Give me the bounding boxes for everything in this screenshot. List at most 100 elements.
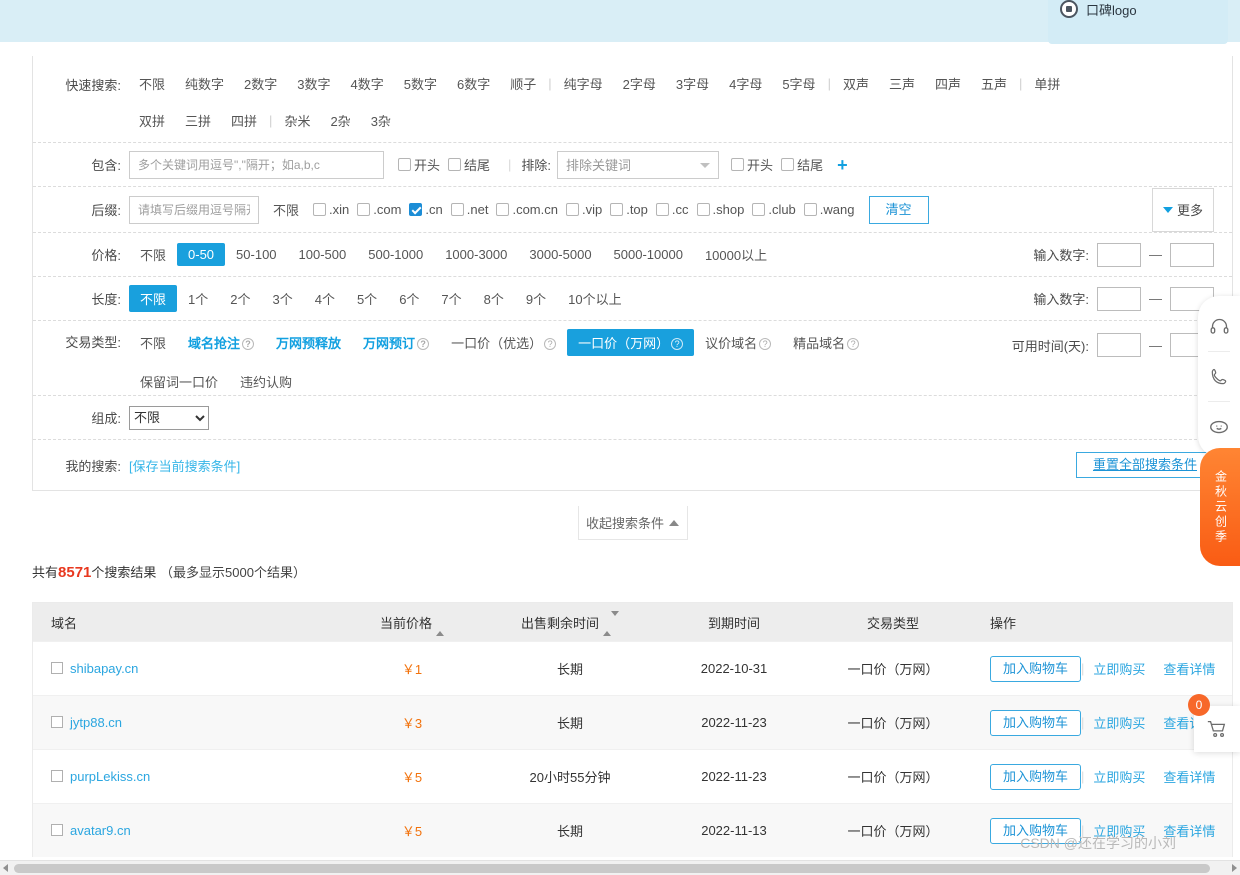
- quick-search-item-20[interactable]: 单拼: [1024, 70, 1070, 97]
- view-detail-link[interactable]: 查看详情: [1154, 767, 1224, 786]
- exclude-keyword-select[interactable]: 排除关键词: [557, 151, 719, 179]
- col-remaining[interactable]: 出售剩余时间: [486, 613, 654, 632]
- length-option-2[interactable]: 2个: [219, 285, 261, 312]
- contains-start-checkbox[interactable]: 开头: [398, 155, 440, 174]
- trade-type-option-4[interactable]: 一口价（优选）?: [440, 329, 567, 356]
- length-range-min[interactable]: [1097, 287, 1141, 311]
- contains-end-checkbox[interactable]: 结尾: [448, 155, 490, 174]
- scrollbar-thumb[interactable]: [14, 864, 1210, 873]
- row-checkbox[interactable]: [51, 770, 63, 782]
- quick-search-item-11[interactable]: 3字母: [666, 70, 719, 97]
- price-option-7[interactable]: 5000-10000: [603, 243, 694, 266]
- exclude-start-checkbox[interactable]: 开头: [731, 155, 773, 174]
- clear-suffix-button[interactable]: 清空: [869, 196, 929, 224]
- length-option-1[interactable]: 1个: [177, 285, 219, 312]
- suffix-checkbox-vip[interactable]: .vip: [566, 202, 602, 217]
- suffix-input[interactable]: [129, 196, 259, 224]
- help-icon[interactable]: ?: [847, 338, 859, 350]
- sort-both-icon[interactable]: [603, 616, 619, 631]
- help-icon[interactable]: ?: [242, 338, 254, 350]
- add-to-cart-button[interactable]: 加入购物车: [990, 656, 1081, 682]
- row-checkbox[interactable]: [51, 716, 63, 728]
- col-price[interactable]: 当前价格: [338, 613, 486, 632]
- suffix-checkbox-com[interactable]: .com: [357, 202, 401, 217]
- composition-select[interactable]: 不限: [129, 406, 209, 430]
- add-exclude-icon[interactable]: +: [837, 156, 848, 174]
- more-filters-button[interactable]: 更多: [1152, 188, 1214, 232]
- quick-search-item-3[interactable]: 3数字: [287, 70, 340, 97]
- phone-icon[interactable]: [1198, 352, 1240, 401]
- length-option-0[interactable]: 不限: [129, 285, 177, 312]
- scroll-right-icon[interactable]: [1232, 864, 1237, 872]
- quick-search-item-7[interactable]: 顺子: [500, 70, 546, 97]
- row-checkbox[interactable]: [51, 662, 63, 674]
- quick-search-item-1[interactable]: 三拼: [175, 107, 221, 134]
- sort-asc-icon[interactable]: [436, 616, 444, 631]
- price-option-5[interactable]: 1000-3000: [434, 243, 518, 266]
- cloud-icon[interactable]: [1198, 402, 1240, 451]
- domain-link[interactable]: jytp88.cn: [70, 715, 122, 730]
- length-option-7[interactable]: 7个: [430, 285, 472, 312]
- suffix-checkbox-top[interactable]: .top: [610, 202, 648, 217]
- quick-search-item-5[interactable]: 5数字: [394, 70, 447, 97]
- add-to-cart-button[interactable]: 加入购物车: [990, 764, 1081, 790]
- suffix-checkbox-club[interactable]: .club: [752, 202, 795, 217]
- trade-type-option-0[interactable]: 不限: [129, 329, 177, 356]
- quick-search-item-15[interactable]: 双声: [833, 70, 879, 97]
- quick-search-item-16[interactable]: 三声: [879, 70, 925, 97]
- price-option-6[interactable]: 3000-5000: [518, 243, 602, 266]
- length-option-8[interactable]: 8个: [473, 285, 515, 312]
- price-option-0[interactable]: 不限: [129, 241, 177, 268]
- help-icon[interactable]: ?: [671, 338, 683, 350]
- quick-search-item-18[interactable]: 五声: [971, 70, 1017, 97]
- buy-now-link[interactable]: 立即购买: [1084, 767, 1154, 786]
- price-range-min[interactable]: [1097, 243, 1141, 267]
- quick-search-item-0[interactable]: 不限: [129, 70, 175, 97]
- price-option-3[interactable]: 100-500: [288, 243, 358, 266]
- help-icon[interactable]: ?: [544, 338, 556, 350]
- suffix-checkbox-wang[interactable]: .wang: [804, 202, 855, 217]
- price-range-max[interactable]: [1170, 243, 1214, 267]
- trade-type-option-3[interactable]: 万网预订?: [352, 329, 440, 356]
- available-time-min[interactable]: [1097, 333, 1141, 357]
- quick-search-item-10[interactable]: 2字母: [613, 70, 666, 97]
- quick-search-item-9[interactable]: 纯字母: [554, 70, 613, 97]
- length-option-3[interactable]: 3个: [261, 285, 303, 312]
- quick-search-item-6[interactable]: 6数字: [447, 70, 500, 97]
- collapse-filters-button[interactable]: 收起搜索条件: [578, 506, 688, 540]
- add-to-cart-button[interactable]: 加入购物车: [990, 710, 1081, 736]
- trade-type-option2-0[interactable]: 保留词一口价: [129, 368, 229, 395]
- suffix-checkbox-shop[interactable]: .shop: [697, 202, 745, 217]
- quick-search-item-12[interactable]: 4字母: [719, 70, 772, 97]
- price-option-8[interactable]: 10000以上: [694, 241, 778, 268]
- length-option-5[interactable]: 5个: [346, 285, 388, 312]
- domain-link[interactable]: shibapay.cn: [70, 661, 138, 676]
- promo-banner[interactable]: 金秋云创季: [1200, 448, 1240, 566]
- domain-link[interactable]: avatar9.cn: [70, 823, 131, 838]
- trade-type-option-6[interactable]: 议价域名?: [694, 329, 782, 356]
- quick-search-item-17[interactable]: 四声: [925, 70, 971, 97]
- trade-type-option2-1[interactable]: 违约认购: [229, 368, 303, 395]
- quick-search-item-2[interactable]: 2数字: [234, 70, 287, 97]
- view-detail-link[interactable]: 查看详情: [1154, 659, 1224, 678]
- buy-now-link[interactable]: 立即购买: [1084, 659, 1154, 678]
- price-option-1[interactable]: 0-50: [177, 243, 225, 266]
- save-search-link[interactable]: [保存当前搜索条件]: [129, 456, 240, 475]
- length-option-4[interactable]: 4个: [304, 285, 346, 312]
- trade-type-option-7[interactable]: 精品域名?: [782, 329, 870, 356]
- price-option-4[interactable]: 500-1000: [357, 243, 434, 266]
- length-option-10[interactable]: 10个以上: [557, 285, 632, 312]
- exclude-end-checkbox[interactable]: 结尾: [781, 155, 823, 174]
- help-icon[interactable]: ?: [759, 338, 771, 350]
- trade-type-option-2[interactable]: 万网预释放: [265, 329, 352, 356]
- horizontal-scrollbar[interactable]: [0, 860, 1240, 875]
- quick-search-item-5[interactable]: 2杂: [320, 107, 360, 134]
- quick-search-item-4[interactable]: 杂米: [274, 107, 320, 134]
- quick-search-item-4[interactable]: 4数字: [341, 70, 394, 97]
- quick-search-item-2[interactable]: 四拼: [221, 107, 267, 134]
- suffix-checkbox-cn[interactable]: .cn: [409, 202, 442, 217]
- domain-link[interactable]: purpLekiss.cn: [70, 769, 150, 784]
- help-icon[interactable]: ?: [417, 338, 429, 350]
- quick-search-item-1[interactable]: 纯数字: [175, 70, 234, 97]
- length-option-9[interactable]: 9个: [515, 285, 557, 312]
